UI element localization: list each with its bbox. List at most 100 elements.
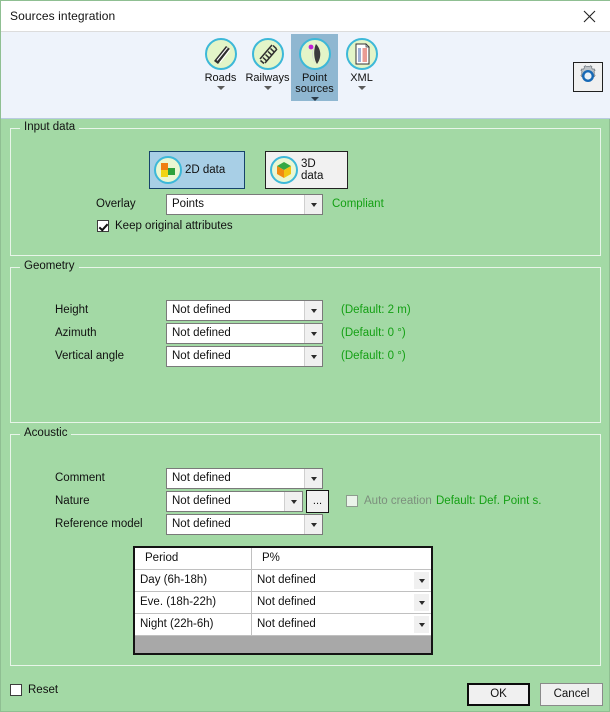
column-header-period: Period <box>135 548 252 570</box>
checkbox-box <box>346 495 358 507</box>
cancel-button[interactable]: Cancel <box>540 683 603 706</box>
height-label: Height <box>55 304 89 316</box>
close-icon <box>583 10 596 23</box>
chevron-down-icon[interactable] <box>304 515 322 534</box>
height-select[interactable]: Not defined <box>166 300 323 321</box>
btn-3d-data[interactable]: 3D data <box>265 151 348 189</box>
checkbox-box <box>10 684 22 696</box>
nature-browse-button[interactable]: ... <box>306 490 329 513</box>
settings-button[interactable] <box>573 62 603 92</box>
acoustic-default-hint: Default: Def. Point s. <box>436 495 542 507</box>
column-header-percent: P% <box>252 548 431 570</box>
chevron-down-icon[interactable] <box>263 86 272 90</box>
table-row[interactable]: Eve. (18h-22h) Not defined <box>135 592 431 614</box>
close-button[interactable] <box>567 1 610 31</box>
toolbar-item-label: Roads <box>204 72 237 84</box>
comment-label: Comment <box>55 472 105 484</box>
overlay-value: Points <box>172 198 204 210</box>
vertical-angle-label: Vertical angle <box>55 350 125 362</box>
vertical-angle-select[interactable]: Not defined <box>166 346 323 367</box>
group-legend: Input data <box>20 121 80 133</box>
azimuth-select[interactable]: Not defined <box>166 323 323 344</box>
chevron-down-icon[interactable] <box>216 86 225 90</box>
reference-model-select[interactable]: Not defined <box>166 514 323 535</box>
3d-data-icon <box>270 156 298 184</box>
chevron-down-icon[interactable] <box>304 469 322 488</box>
toolbar: Roads Railways Point sources XML <box>1 32 610 119</box>
2d-data-icon <box>154 156 182 184</box>
btn-2d-data[interactable]: 2D data <box>149 151 245 189</box>
group-geometry: Geometry Height Not defined (Default: 2 … <box>10 260 601 423</box>
overlay-status: Compliant <box>332 198 384 210</box>
title-bar: Sources integration <box>1 1 610 32</box>
gear-icon <box>577 64 599 90</box>
dialog-footer: Reset OK Cancel <box>2 672 609 710</box>
chevron-down-icon[interactable] <box>357 86 366 90</box>
keep-original-attributes-checkbox[interactable]: Keep original attributes <box>97 220 233 232</box>
cell-percent-evening[interactable]: Not defined <box>252 592 431 614</box>
keep-original-attributes-label: Keep original attributes <box>115 220 233 232</box>
ok-button[interactable]: OK <box>467 683 530 706</box>
table-row[interactable]: Night (22h-6h) Not defined <box>135 614 431 636</box>
reference-model-label: Reference model <box>55 518 143 530</box>
azimuth-label: Azimuth <box>55 327 97 339</box>
cell-period: Eve. (18h-22h) <box>135 592 252 614</box>
cell-period: Day (6h-18h) <box>135 570 252 592</box>
height-hint: (Default: 2 m) <box>341 304 411 316</box>
group-input-data: Input data 2D data 3D data Overlay Point… <box>10 121 601 256</box>
height-value: Not defined <box>172 304 231 316</box>
nature-select[interactable]: Not defined <box>166 491 303 512</box>
comment-value: Not defined <box>172 472 231 484</box>
toolbar-item-roads[interactable]: Roads <box>197 34 244 101</box>
roads-icon <box>204 38 237 70</box>
cell-percent-value: Not defined <box>257 596 316 608</box>
azimuth-value: Not defined <box>172 327 231 339</box>
vertical-angle-value: Not defined <box>172 350 231 362</box>
btn-3d-data-label: 3D data <box>301 158 324 182</box>
sources-integration-dialog: Sources integration Roads Railways Point… <box>0 0 610 712</box>
toolbar-item-railways[interactable]: Railways <box>244 34 291 101</box>
group-legend: Geometry <box>20 260 79 272</box>
overlay-select[interactable]: Points <box>166 194 323 215</box>
cell-period: Night (22h-6h) <box>135 614 252 636</box>
auto-creation-checkbox[interactable]: Auto creation <box>346 495 432 507</box>
chevron-down-icon[interactable] <box>304 324 322 343</box>
reset-checkbox[interactable]: Reset <box>10 684 58 696</box>
checkbox-box <box>97 220 109 232</box>
chevron-down-icon[interactable] <box>304 301 322 320</box>
overlay-label: Overlay <box>96 198 136 210</box>
nature-label: Nature <box>55 495 90 507</box>
group-acoustic: Acoustic Comment Not defined Nature Not … <box>10 427 601 666</box>
cell-percent-day[interactable]: Not defined <box>252 570 431 592</box>
table-header-row: Period P% <box>135 548 431 570</box>
cell-percent-night[interactable]: Not defined <box>252 614 431 636</box>
btn-2d-data-label: 2D data <box>185 164 226 176</box>
toolbar-item-xml[interactable]: XML <box>338 34 385 101</box>
chevron-down-icon[interactable] <box>310 97 319 101</box>
point-sources-icon <box>298 38 331 70</box>
periods-table: Period P% Day (6h-18h) Not defined Eve. … <box>133 546 433 655</box>
toolbar-item-label: Point sources <box>295 72 334 95</box>
comment-select[interactable]: Not defined <box>166 468 323 489</box>
reference-model-value: Not defined <box>172 518 231 530</box>
cell-percent-value: Not defined <box>257 574 316 586</box>
chevron-down-icon[interactable] <box>284 492 302 511</box>
toolbar-item-point-sources[interactable]: Point sources <box>291 34 338 101</box>
toolbar-items: Roads Railways Point sources XML <box>197 34 385 101</box>
railways-icon <box>251 38 284 70</box>
xml-icon <box>345 38 378 70</box>
toolbar-item-label: Railways <box>245 72 290 84</box>
chevron-down-icon[interactable] <box>304 347 322 366</box>
chevron-down-icon[interactable] <box>304 195 322 214</box>
chevron-down-icon[interactable] <box>414 594 429 611</box>
reset-label: Reset <box>28 684 59 696</box>
table-row[interactable]: Day (6h-18h) Not defined <box>135 570 431 592</box>
group-legend: Acoustic <box>20 427 72 439</box>
toolbar-item-label: XML <box>350 72 373 84</box>
chevron-down-icon[interactable] <box>414 616 429 633</box>
dialog-body: Input data 2D data 3D data Overlay Point… <box>2 119 609 674</box>
vertical-angle-hint: (Default: 0 °) <box>341 350 406 362</box>
chevron-down-icon[interactable] <box>414 572 429 589</box>
table-empty-area <box>135 636 431 653</box>
auto-creation-label: Auto creation <box>364 495 432 507</box>
